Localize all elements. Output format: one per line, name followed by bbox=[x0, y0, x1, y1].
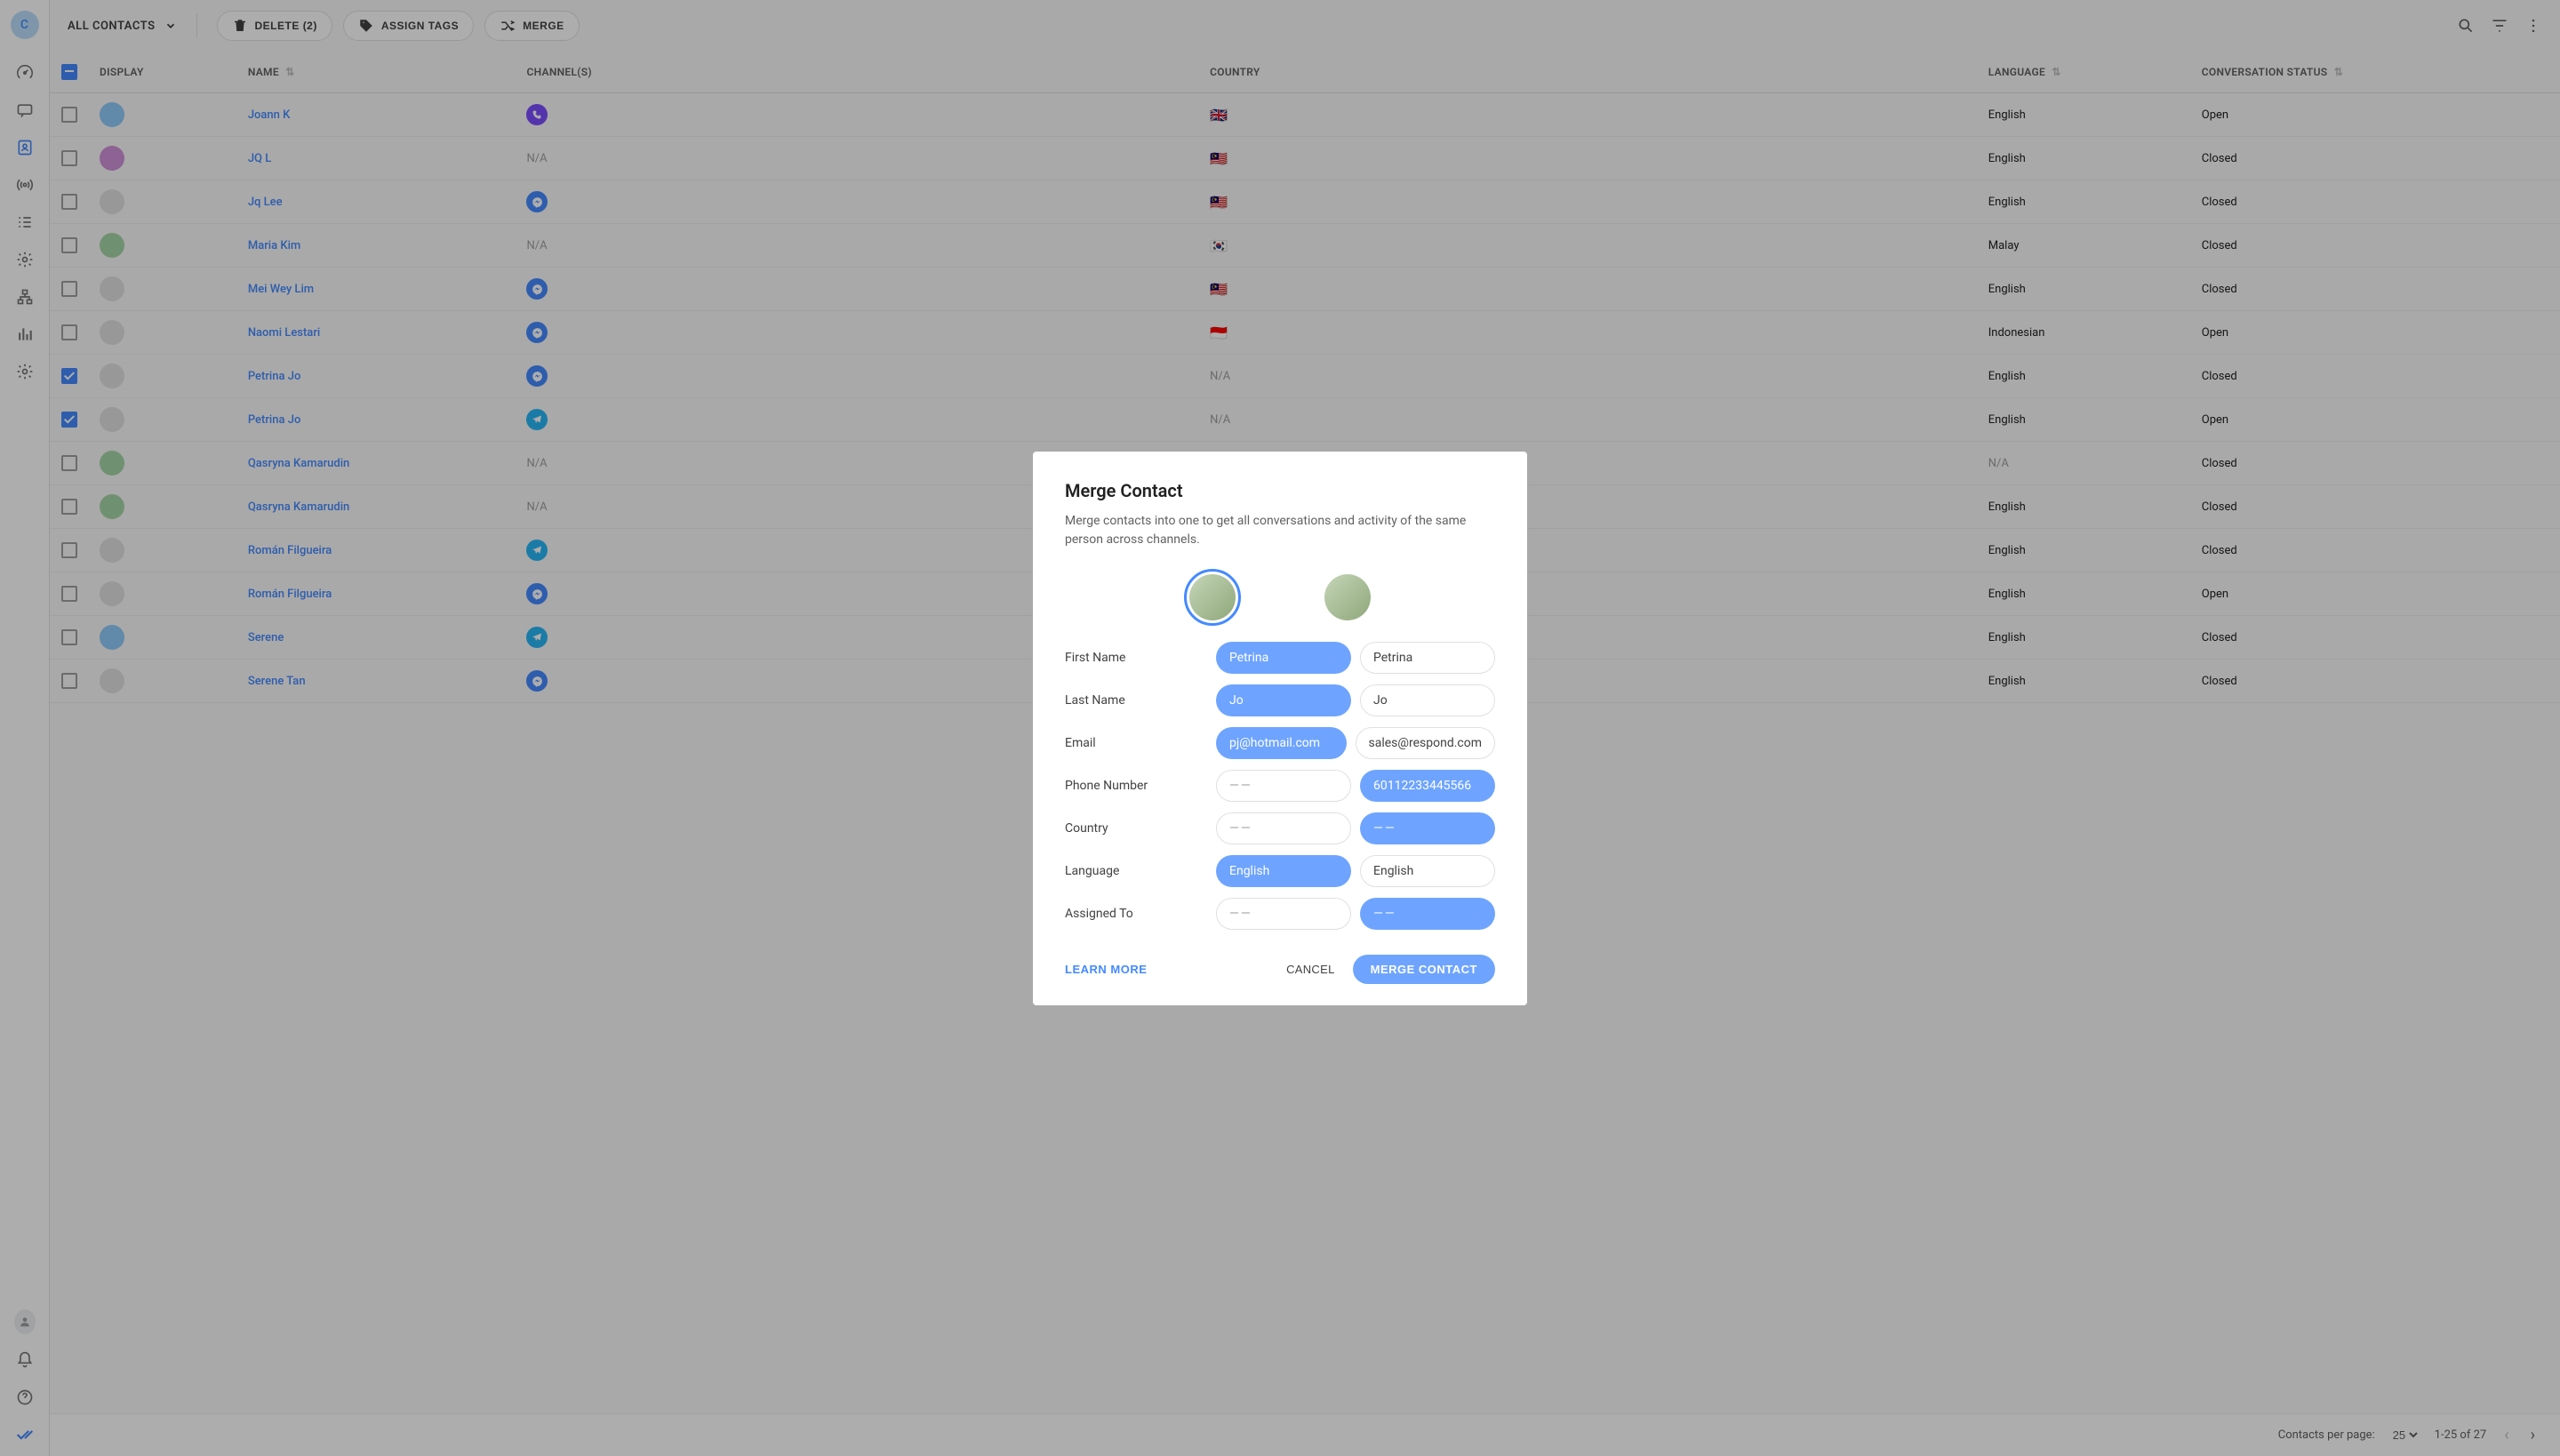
merge-field-label: Phone Number bbox=[1065, 779, 1216, 793]
merge-option-b[interactable]: English bbox=[1360, 855, 1495, 887]
merge-option-a[interactable]: —— bbox=[1216, 812, 1351, 844]
modal-overlay: Merge Contact Merge contacts into one to… bbox=[0, 0, 2560, 1456]
merge-option-b[interactable]: Petrina bbox=[1360, 642, 1495, 674]
merge-field-label: Language bbox=[1065, 864, 1216, 878]
merge-field-label: Email bbox=[1065, 736, 1216, 750]
merge-field-label: Country bbox=[1065, 821, 1216, 836]
merge-contact-b-avatar[interactable] bbox=[1324, 574, 1371, 620]
modal-description: Merge contacts into one to get all conve… bbox=[1065, 512, 1495, 549]
merge-option-b[interactable]: Jo bbox=[1360, 684, 1495, 716]
merge-contact-a-avatar[interactable] bbox=[1189, 574, 1236, 620]
merge-option-a[interactable]: pj@hotmail.com bbox=[1216, 727, 1347, 759]
merge-option-b[interactable]: —— bbox=[1360, 898, 1495, 930]
merge-option-a[interactable]: Jo bbox=[1216, 684, 1351, 716]
merge-contact-button[interactable]: MERGE CONTACT bbox=[1353, 955, 1495, 984]
merge-field-country: Country —— —— bbox=[1065, 812, 1495, 844]
learn-more-button[interactable]: LEARN MORE bbox=[1065, 963, 1147, 976]
modal-title: Merge Contact bbox=[1065, 480, 1495, 501]
merge-field-label: First Name bbox=[1065, 651, 1216, 665]
merge-option-a[interactable]: —— bbox=[1216, 770, 1351, 802]
merge-option-a[interactable]: English bbox=[1216, 855, 1351, 887]
merge-contact-modal: Merge Contact Merge contacts into one to… bbox=[1033, 452, 1527, 1005]
merge-field-email: Email pj@hotmail.com sales@respond.com bbox=[1065, 727, 1495, 759]
merge-option-b[interactable]: —— bbox=[1360, 812, 1495, 844]
merge-field-language: Language English English bbox=[1065, 855, 1495, 887]
merge-option-a[interactable]: —— bbox=[1216, 898, 1351, 930]
merge-option-a[interactable]: Petrina bbox=[1216, 642, 1351, 674]
merge-field-label: Assigned To bbox=[1065, 907, 1216, 921]
merge-field-label: Last Name bbox=[1065, 693, 1216, 708]
merge-option-b[interactable]: 60112233445566 bbox=[1360, 770, 1495, 802]
merge-field-first_name: First Name Petrina Petrina bbox=[1065, 642, 1495, 674]
merge-option-b[interactable]: sales@respond.com bbox=[1356, 727, 1495, 759]
merge-field-assigned: Assigned To —— —— bbox=[1065, 898, 1495, 930]
merge-field-phone: Phone Number —— 60112233445566 bbox=[1065, 770, 1495, 802]
cancel-button[interactable]: CANCEL bbox=[1286, 963, 1335, 976]
merge-field-last_name: Last Name Jo Jo bbox=[1065, 684, 1495, 716]
